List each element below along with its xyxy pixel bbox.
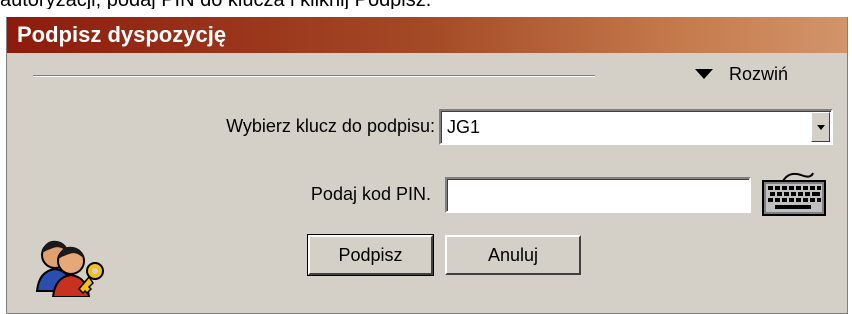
sign-button[interactable]: Podpisz	[307, 234, 434, 276]
instruction-text: autoryzacji, podaj PIN do klucza i klikn…	[0, 0, 852, 9]
dropdown-arrow-button[interactable]	[811, 112, 830, 142]
title-bar: Podpisz dyspozycję	[7, 17, 847, 53]
key-select[interactable]: JG1	[439, 109, 833, 145]
users-key-icon	[35, 240, 104, 297]
chevron-down-icon	[816, 124, 825, 130]
sign-dialog: Podpisz dyspozycję Rozwiń Wybierz klucz …	[6, 17, 848, 314]
dialog-title: Podpisz dyspozycję	[17, 22, 227, 47]
key-select-value: JG1	[447, 117, 481, 137]
triangle-down-icon	[695, 69, 713, 79]
expand-toggle[interactable]: Rozwiń	[695, 63, 788, 85]
cancel-button[interactable]: Anuluj	[445, 235, 581, 275]
key-select-label: Wybierz klucz do podpisu:	[226, 116, 435, 136]
keyboard-icon[interactable]	[761, 167, 827, 217]
separator	[33, 75, 595, 77]
pin-input[interactable]	[445, 177, 751, 213]
pin-label: Podaj kod PIN.	[310, 184, 431, 204]
expand-label: Rozwiń	[729, 63, 789, 84]
